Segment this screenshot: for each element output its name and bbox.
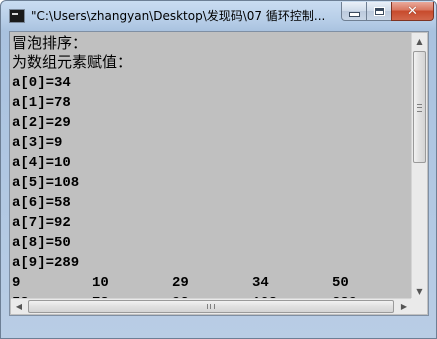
grip-icon <box>207 304 215 309</box>
sorted-value: 34 <box>252 275 269 291</box>
horizontal-scrollbar[interactable]: ◀ ▶ <box>11 298 412 314</box>
maximize-button[interactable] <box>366 2 392 21</box>
console-client-area[interactable]: 冒泡排序： 为数组元素赋值： a[0]=34 a[1]=78 a[2]=29 a… <box>9 31 429 316</box>
arrow-down-icon[interactable]: ▼ <box>412 283 427 299</box>
console-line: a[5]=108 <box>12 175 80 191</box>
sorted-value: 10 <box>92 275 109 291</box>
arrow-left-icon[interactable]: ◀ <box>11 299 27 314</box>
title-bar[interactable]: "C:\Users\zhangyan\Desktop\发现码\07 循环控制..… <box>1 1 436 31</box>
console-line: a[4]=10 <box>12 155 71 171</box>
console-line: a[1]=78 <box>12 95 71 111</box>
console-line: 为数组元素赋值： <box>12 53 133 71</box>
close-icon: ✕ <box>407 3 418 19</box>
console-line: a[7]=92 <box>12 215 71 231</box>
console-line: a[0]=34 <box>12 75 71 91</box>
console-window: "C:\Users\zhangyan\Desktop\发现码\07 循环控制..… <box>0 0 437 339</box>
grip-icon <box>417 104 422 112</box>
arrow-right-icon[interactable]: ▶ <box>396 299 412 314</box>
sorted-value: 9 <box>12 275 21 291</box>
vertical-scroll-thumb[interactable] <box>413 51 426 163</box>
console-line: a[6]=58 <box>12 195 71 211</box>
console-line: a[2]=29 <box>12 115 71 131</box>
vertical-scrollbar[interactable]: ▲ ▼ <box>411 33 427 299</box>
arrow-up-icon[interactable]: ▲ <box>412 33 427 49</box>
console-line: a[8]=50 <box>12 235 71 251</box>
console-line: a[3]=9 <box>12 135 63 151</box>
sorted-value: 29 <box>172 275 189 291</box>
sorted-value: 50 <box>332 275 349 291</box>
resize-corner[interactable] <box>411 298 427 314</box>
horizontal-scroll-thumb[interactable] <box>28 300 394 313</box>
minimize-icon <box>348 12 360 17</box>
close-button[interactable]: ✕ <box>391 2 434 21</box>
console-line: a[9]=289 <box>12 255 80 271</box>
maximize-icon <box>373 6 385 16</box>
console-output: 冒泡排序： 为数组元素赋值： a[0]=34 a[1]=78 a[2]=29 a… <box>11 33 411 315</box>
console-app-icon[interactable] <box>9 9 25 23</box>
minimize-button[interactable] <box>341 2 367 21</box>
console-line: 冒泡排序： <box>12 34 88 52</box>
window-title: "C:\Users\zhangyan\Desktop\发现码\07 循环控制..… <box>31 9 326 23</box>
